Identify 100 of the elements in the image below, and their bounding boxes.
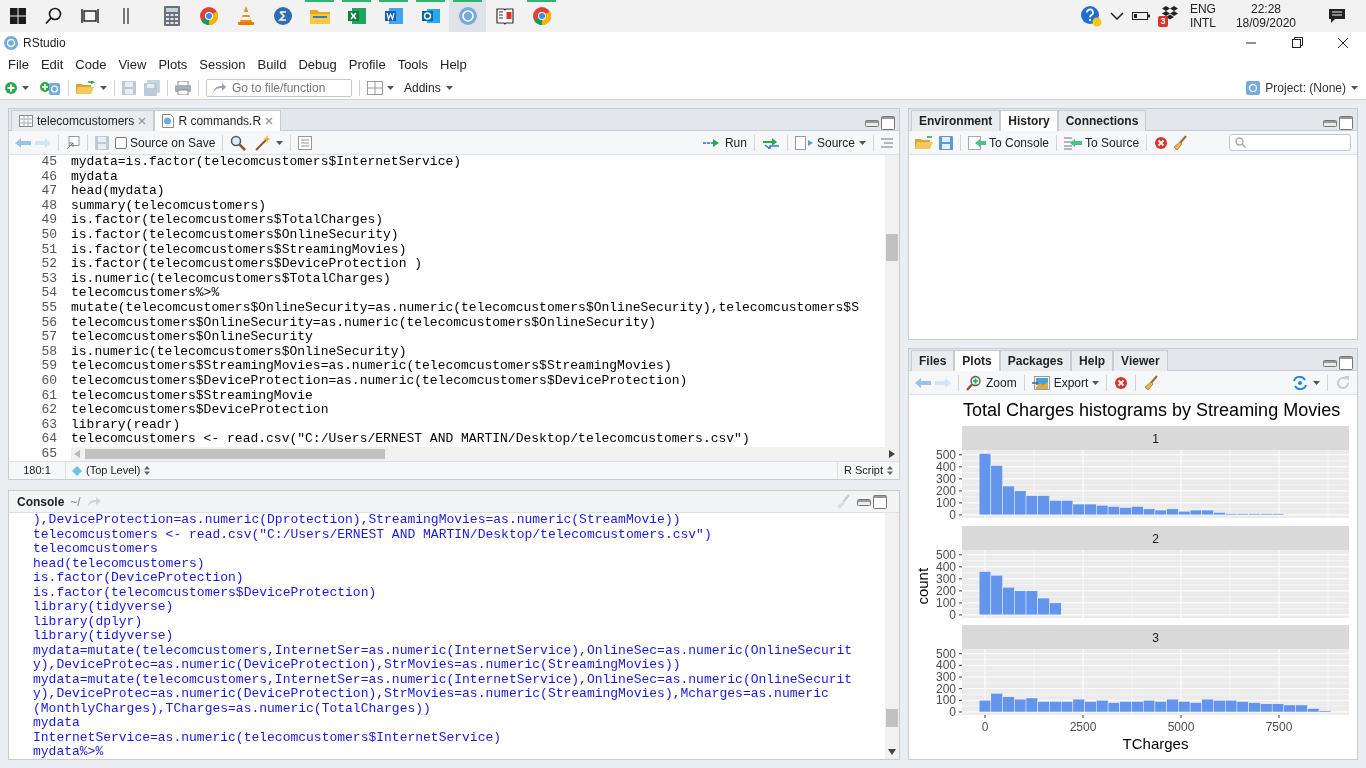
dropbox-box-icon[interactable] (1161, 6, 1178, 20)
outline-list-icon[interactable] (298, 135, 313, 150)
caret-icon[interactable] (22, 85, 29, 90)
file-tab[interactable]: telecomcustomers (11, 110, 155, 131)
menu-item[interactable]: Code (69, 53, 113, 77)
clock-date[interactable]: 18/09/2020 (1235, 16, 1296, 30)
caret-icon[interactable] (1313, 380, 1320, 385)
to-console-button[interactable]: To Console (968, 133, 1050, 152)
grip-handle-icon[interactable] (122, 7, 130, 25)
round-app-icon[interactable] (273, 7, 292, 25)
caret-icon[interactable] (1351, 85, 1358, 90)
caret-icon[interactable] (100, 85, 107, 90)
zoom-button[interactable]: Zoom (966, 373, 1017, 392)
open-folder-icon[interactable] (915, 135, 935, 150)
mail-icon[interactable] (421, 7, 440, 25)
horizontal-scrollbar[interactable] (71, 447, 899, 461)
project-menu[interactable]: Project: (None) (1246, 78, 1358, 97)
menu-item[interactable]: File (2, 53, 35, 77)
close-tab-icon[interactable] (138, 117, 147, 125)
print-icon[interactable] (175, 80, 191, 95)
caret-icon[interactable] (1092, 380, 1100, 385)
close-tab-icon[interactable] (265, 117, 274, 125)
minimize-pane-icon[interactable] (857, 497, 871, 506)
source-on-save-checkbox[interactable]: Source on Save (115, 133, 216, 152)
folder-icon[interactable] (309, 8, 330, 24)
pane-tab[interactable]: Packages (999, 350, 1072, 371)
chevron-up-icon[interactable] (1109, 12, 1124, 20)
delete-icon[interactable] (1154, 135, 1169, 150)
goto-file-field[interactable]: Go to file/function (206, 78, 352, 97)
show-in-window-icon[interactable] (66, 135, 80, 150)
spreadsheet-icon[interactable] (347, 7, 366, 25)
sync-icon[interactable] (1291, 375, 1309, 390)
help-icon[interactable] (1079, 5, 1102, 27)
file-type-selector[interactable]: R Script (836, 462, 899, 479)
menu-item[interactable]: Session (193, 53, 252, 77)
maximize-pane-icon[interactable] (1339, 356, 1353, 370)
menu-item[interactable]: Edit (34, 53, 70, 77)
caret-icon[interactable] (387, 85, 394, 90)
notifications-icon[interactable] (1328, 8, 1346, 24)
scope-selector[interactable]: (Top Level) (66, 462, 151, 479)
menu-item[interactable]: Help (434, 53, 473, 77)
maximize-pane-icon[interactable] (873, 494, 887, 509)
language-label[interactable]: ENG (1189, 2, 1216, 16)
addins-menu[interactable]: Addins (404, 78, 453, 97)
scroll-thumb[interactable] (886, 709, 898, 727)
pane-tab[interactable]: Viewer (1113, 350, 1168, 371)
menu-item[interactable]: View (112, 53, 153, 77)
menu-item[interactable]: Tools (391, 53, 434, 77)
pane-tab[interactable]: History (1000, 110, 1058, 131)
broom-icon[interactable] (1172, 134, 1189, 151)
run-button[interactable]: Run (702, 133, 747, 152)
vertical-scrollbar[interactable] (885, 513, 899, 759)
new-file-icon[interactable] (4, 80, 18, 95)
task-view-icon[interactable] (81, 8, 99, 24)
magic-wand-icon[interactable] (254, 134, 273, 151)
pane-tab[interactable]: Environment (911, 110, 1001, 131)
minimize-pane-icon[interactable] (1323, 119, 1337, 127)
source-button[interactable]: Source (794, 133, 866, 152)
scroll-down-icon[interactable] (888, 749, 896, 755)
maximize-pane-icon[interactable] (1339, 116, 1353, 130)
clock-time[interactable]: 22:28 (1250, 2, 1281, 16)
scroll-thumb[interactable] (886, 234, 898, 261)
keyboard-layout-label[interactable]: INTL (1189, 16, 1216, 30)
maximize-pane-icon[interactable] (881, 116, 895, 130)
export-button[interactable]: Export (1031, 373, 1100, 392)
scroll-right-icon[interactable] (889, 450, 895, 458)
menu-item[interactable]: Debug (292, 53, 343, 77)
book-icon[interactable] (495, 7, 514, 25)
delete-icon[interactable] (1114, 375, 1129, 390)
scroll-thumb[interactable] (85, 449, 385, 459)
circle-logo-icon[interactable] (458, 7, 477, 25)
new-project-icon[interactable] (39, 79, 61, 96)
battery-icon[interactable] (1131, 11, 1150, 21)
vertical-scrollbar[interactable] (885, 155, 899, 447)
pane-tab[interactable]: Files (911, 350, 955, 371)
rerun-icon[interactable] (761, 136, 780, 149)
windows-start-icon[interactable] (10, 8, 26, 24)
traffic-cone-icon[interactable] (236, 6, 255, 26)
to-source-button[interactable]: To Source (1064, 133, 1140, 152)
round-browser-icon[interactable] (199, 7, 218, 25)
minimize-pane-icon[interactable] (865, 119, 879, 127)
pane-tab[interactable]: Plots (954, 350, 1000, 371)
menu-item[interactable]: Plots (152, 53, 194, 77)
menu-item[interactable]: Build (251, 53, 293, 77)
caret-icon[interactable] (445, 85, 453, 90)
round-browser-icon[interactable] (532, 7, 551, 25)
calculator-icon[interactable] (163, 6, 180, 26)
pane-tab[interactable]: Help (1071, 350, 1114, 371)
file-tab[interactable]: R commands.R (154, 110, 282, 131)
search-icon[interactable] (230, 134, 247, 151)
menu-item[interactable]: Profile (342, 53, 392, 77)
save-icon[interactable] (939, 135, 953, 150)
minimize-pane-icon[interactable] (1323, 359, 1337, 367)
pane-tab[interactable]: Connections (1057, 110, 1147, 131)
caret-icon[interactable] (276, 140, 284, 145)
search-icon[interactable] (45, 7, 63, 25)
broom-icon[interactable] (1143, 374, 1160, 391)
caret-icon[interactable] (859, 140, 866, 145)
document-icon[interactable] (384, 7, 403, 25)
search-field[interactable] (1229, 134, 1351, 151)
